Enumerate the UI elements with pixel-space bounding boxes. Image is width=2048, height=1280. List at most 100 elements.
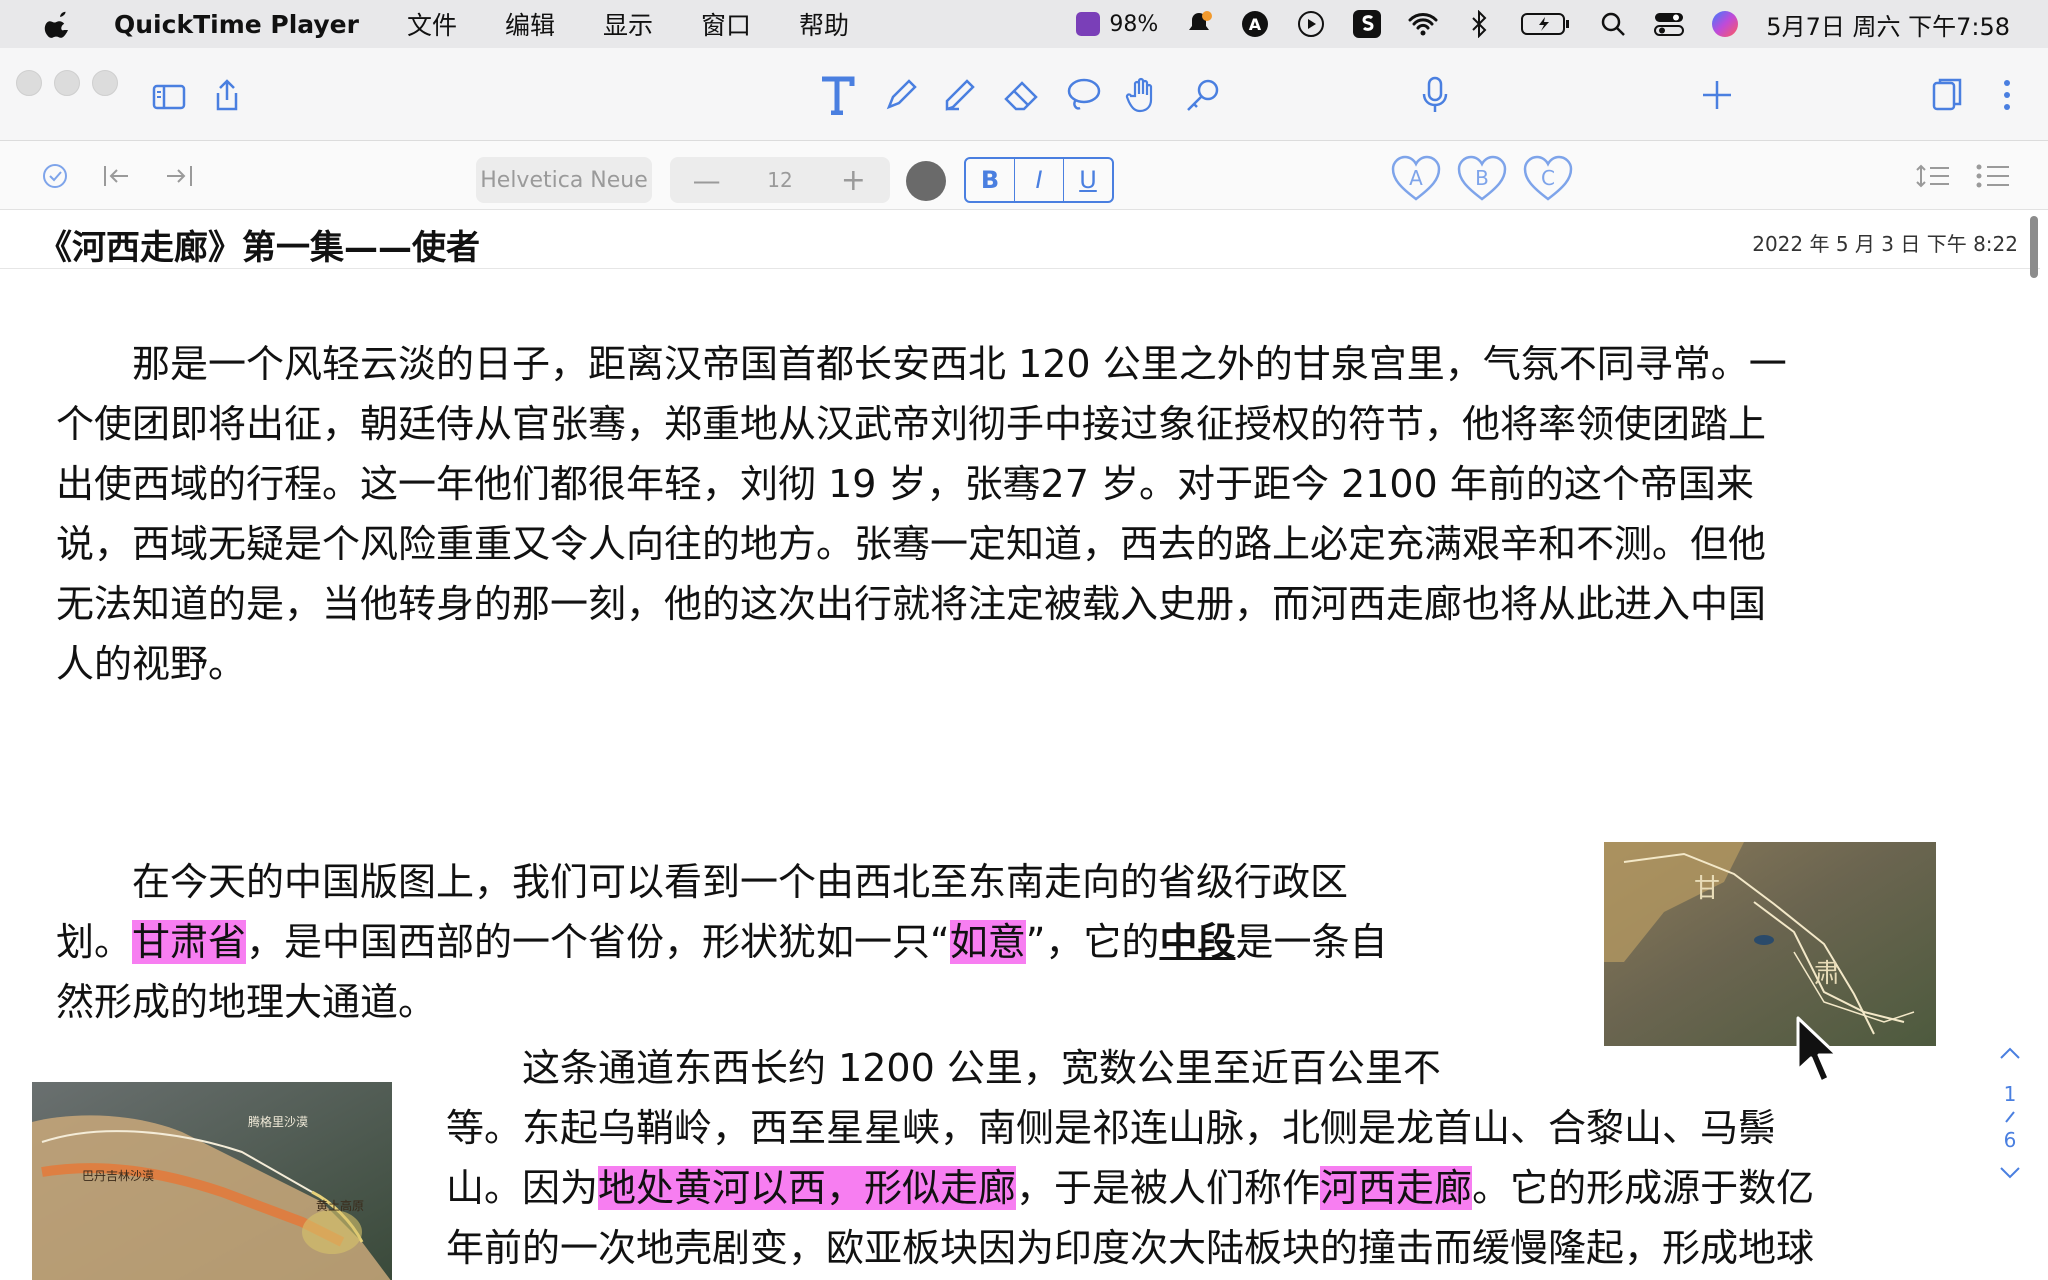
font-size-value: 12: [767, 168, 793, 192]
para1-line: 无法知道的是，当他转身的那一刻，他的这次出行就将注定被载入史册，而河西走廊也将从…: [56, 582, 1767, 626]
para3-line: 这条通道东西长约 1200 公里，宽数公里至近百公里不: [446, 1046, 1441, 1090]
text-style-group: B I U: [964, 157, 1114, 203]
text-run: ，是中国西部的一个省份，形状犹如一只“: [246, 920, 950, 964]
scrivener-s-icon[interactable]: [1352, 9, 1382, 39]
para1-line: 说，西域无疑是个风险重重又令人向往的地方。张骞一定知道，西去的路上必定充满艰辛和…: [56, 522, 1767, 566]
para2-line: 在今天的中国版图上，我们可以看到一个由西北至东南走向的省级行政区: [56, 860, 1349, 904]
battery-app-status[interactable]: 98%: [1073, 9, 1158, 39]
underline-button[interactable]: U: [1064, 159, 1112, 201]
battery-app-icon: [1073, 9, 1103, 39]
siri-icon[interactable]: [1710, 9, 1740, 39]
page-current: 1: [2003, 1082, 2017, 1106]
text-color-picker[interactable]: [906, 161, 946, 201]
page-navigator: 1 6: [1994, 1042, 2026, 1186]
checkmark-icon[interactable]: [32, 153, 78, 199]
apple-logo-icon[interactable]: [44, 9, 74, 39]
search-icon[interactable]: [1598, 9, 1628, 39]
para2-line: 划。甘肃省，是中国西部的一个省份，形状犹如一只“如意”，它的中段是一条自: [56, 912, 1387, 972]
share-icon[interactable]: [204, 72, 250, 118]
map2-label: 巴丹吉林沙漠: [82, 1169, 154, 1183]
input-method-icon[interactable]: A: [1240, 9, 1270, 39]
microphone-icon[interactable]: [1412, 72, 1458, 118]
bold-button[interactable]: B: [966, 159, 1015, 201]
highlight-west-of-yellow-river: 地处黄河以西，形似走廊: [598, 1166, 1017, 1210]
page-separator-icon: [1994, 1106, 2026, 1128]
format-toolbar: Helvetica Neue — 12 + B I U A B C: [0, 141, 2048, 210]
paragraph-2: 在今天的中国版图上，我们可以看到一个由西北至东南走向的省级行政区 划。甘肃省，是…: [56, 852, 1387, 1032]
highlight-gansu: 甘肃省: [132, 920, 247, 964]
text-tool-icon[interactable]: [814, 72, 860, 118]
font-size-increase-button[interactable]: +: [817, 163, 890, 198]
text-run: 划。: [56, 920, 133, 964]
italic-button[interactable]: I: [1015, 159, 1064, 201]
wifi-icon[interactable]: [1408, 9, 1438, 39]
battery-icon[interactable]: [1520, 9, 1572, 39]
menu-window[interactable]: 窗口: [701, 6, 751, 42]
control-center-icon[interactable]: [1654, 9, 1685, 39]
para1-line: 个使团即将出征，朝廷侍从官张骞，郑重地从汉武帝刘彻手中接过象征授权的符节，他将率…: [56, 402, 1767, 446]
window-minimize-button[interactable]: [54, 70, 80, 96]
favorite-b-heart-icon[interactable]: B: [1456, 155, 1508, 203]
menu-file[interactable]: 文件: [407, 6, 457, 42]
indent-icon[interactable]: [156, 153, 202, 199]
vertical-scrollbar[interactable]: [2030, 216, 2038, 278]
lasso-tool-icon[interactable]: [1060, 72, 1106, 118]
map1-label: 肃: [1814, 959, 1840, 989]
para1-line: 出使西域的行程。这一年他们都很年轻，刘彻 19 岁，张骞27 岁。对于距今 21…: [56, 462, 1754, 506]
menu-bar: QuickTime Player 文件 编辑 显示 窗口 帮助 98% A 5月…: [0, 0, 2048, 48]
pages-view-icon[interactable]: [1924, 72, 1970, 118]
eraser-tool-icon[interactable]: [998, 72, 1044, 118]
menu-app-name[interactable]: QuickTime Player: [114, 10, 359, 39]
bullet-list-icon[interactable]: [1970, 153, 2016, 199]
hexi-corridor-map-image[interactable]: 巴丹吉林沙漠 腾格里沙漠 黄土高原: [32, 1082, 392, 1280]
laser-pointer-icon[interactable]: [1180, 72, 1226, 118]
page-down-chevron-icon[interactable]: [1994, 1162, 2026, 1186]
pen-tool-icon[interactable]: [878, 72, 924, 118]
window-zoom-button[interactable]: [92, 70, 118, 96]
menubar-clock[interactable]: 5月7日 周六 下午7:58: [1766, 7, 2010, 42]
mouse-pointer-icon: [1796, 1016, 1839, 1084]
highlight-ruyi: 如意: [949, 920, 1026, 964]
highlight-hexi-corridor: 河西走廊: [1320, 1166, 1473, 1210]
outdent-icon[interactable]: [94, 153, 140, 199]
notification-bell-icon[interactable]: [1184, 9, 1214, 39]
line-spacing-icon[interactable]: [1910, 153, 1956, 199]
page-total: 6: [2003, 1128, 2017, 1152]
heart-c-label: C: [1541, 166, 1555, 190]
sidebar-toggle-icon[interactable]: [146, 74, 192, 120]
more-options-icon[interactable]: [1984, 72, 2030, 118]
window-close-button[interactable]: [16, 70, 42, 96]
text-run: ”，它的: [1025, 920, 1160, 964]
document-title-bar: 《河西走廊》第一集——使者 2022 年 5 月 3 日 下午 8:22: [0, 210, 2040, 269]
hand-tool-icon[interactable]: [1120, 72, 1166, 118]
para3-line: 等。东起乌鞘岭，西至星星峡，南侧是祁连山脉，北侧是龙首山、合黎山、马鬃: [446, 1106, 1777, 1150]
bluetooth-icon[interactable]: [1464, 9, 1494, 39]
paragraph-3: 这条通道东西长约 1200 公里，宽数公里至近百公里不 等。东起乌鞘岭，西至星星…: [446, 1038, 1814, 1278]
text-run: 。它的形成源于数亿: [1472, 1166, 1815, 1210]
para2-line: 然形成的地理大通道。: [56, 980, 437, 1024]
battery-app-percent: 98%: [1109, 11, 1159, 37]
map2-label: 腾格里沙漠: [248, 1114, 308, 1129]
menu-view[interactable]: 显示: [603, 6, 653, 42]
para1-line: 那是一个风轻云淡的日子，距离汉帝国首都长安西北 120 公里之外的甘泉宫里，气氛…: [56, 342, 1787, 386]
font-size-decrease-button[interactable]: —: [670, 164, 743, 197]
add-page-icon[interactable]: [1694, 72, 1740, 118]
page-up-chevron-icon[interactable]: [1994, 1042, 2026, 1070]
gansu-map-image[interactable]: 甘 肃: [1604, 842, 1936, 1046]
document-title[interactable]: 《河西走廊》第一集——使者: [38, 220, 480, 269]
menu-help[interactable]: 帮助: [799, 6, 849, 42]
svg-text:A: A: [1249, 15, 1262, 34]
highlighter-tool-icon[interactable]: [938, 72, 984, 118]
main-toolbar: [0, 48, 2048, 141]
map2-label: 黄土高原: [316, 1198, 364, 1213]
heart-b-label: B: [1475, 166, 1489, 190]
font-size-stepper[interactable]: — 12 +: [670, 157, 890, 203]
favorite-a-heart-icon[interactable]: A: [1390, 155, 1442, 203]
play-circle-icon[interactable]: [1296, 9, 1326, 39]
font-family-select[interactable]: Helvetica Neue: [476, 157, 652, 203]
menu-edit[interactable]: 编辑: [505, 6, 555, 42]
para3-line: 山。因为地处黄河以西，形似走廊，于是被人们称作河西走廊。它的形成源于数亿: [446, 1158, 1814, 1218]
text-run: ，于是被人们称作: [1016, 1166, 1321, 1210]
favorite-c-heart-icon[interactable]: C: [1522, 155, 1574, 203]
paragraph-1: 那是一个风轻云淡的日子，距离汉帝国首都长安西北 120 公里之外的甘泉宫里，气氛…: [56, 334, 1787, 694]
